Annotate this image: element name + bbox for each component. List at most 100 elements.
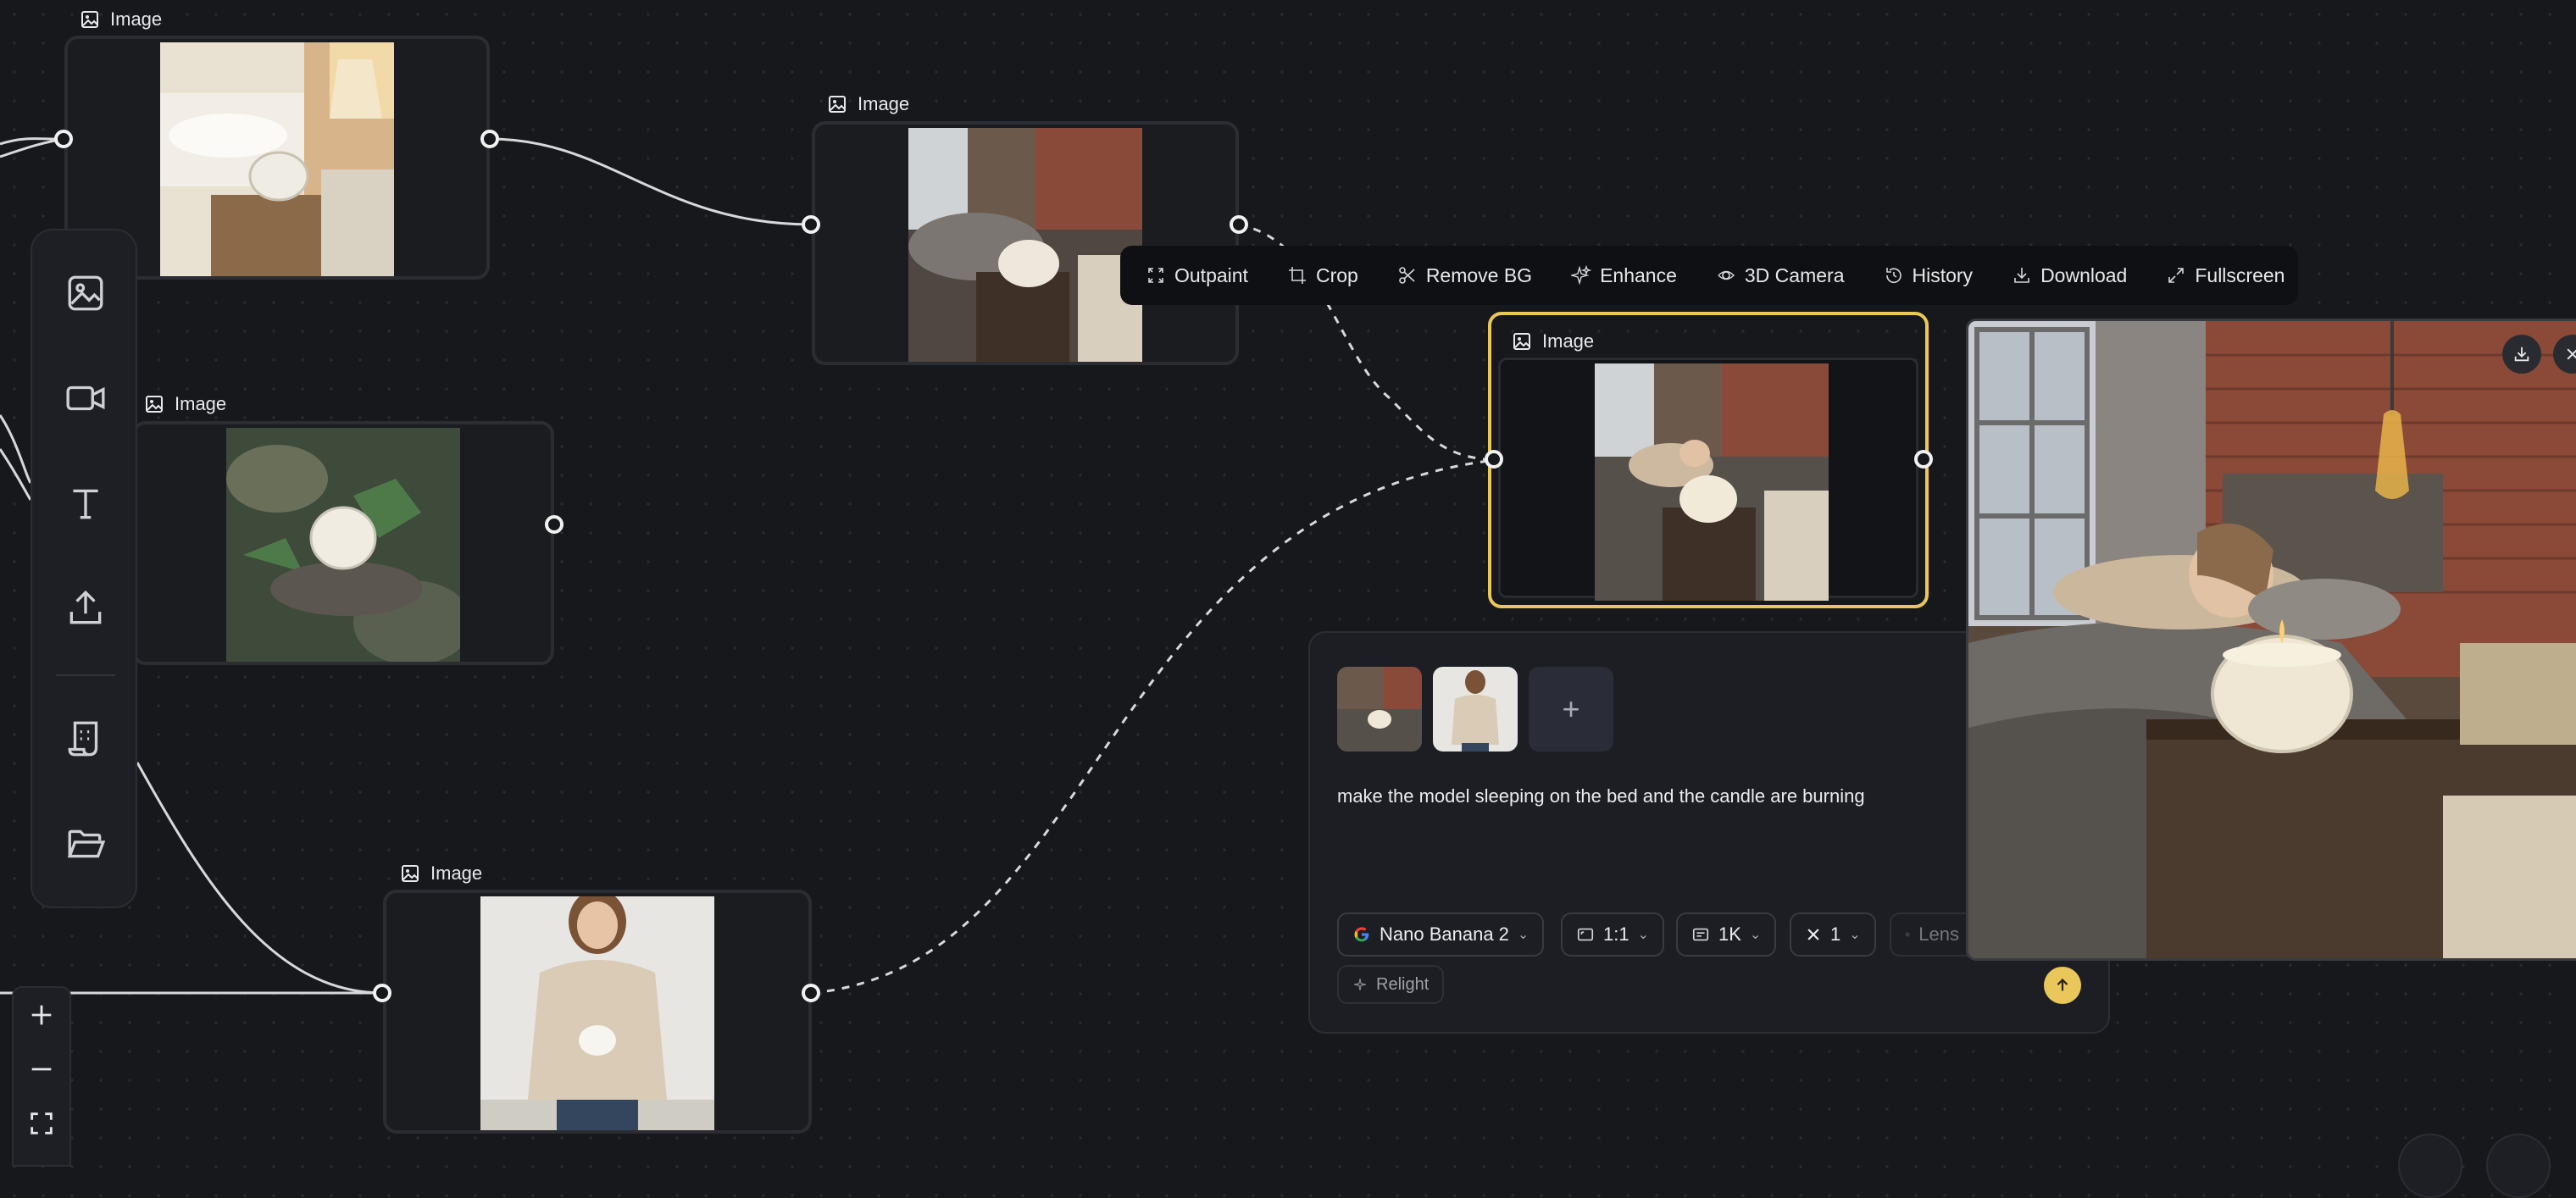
- relight-button[interactable]: Relight: [1337, 965, 1445, 1004]
- upload-button[interactable]: [60, 583, 111, 634]
- image-node-5[interactable]: [1488, 312, 1929, 608]
- relight-label: Relight: [1376, 974, 1430, 994]
- download-icon: [2014, 268, 2029, 283]
- zoom-out-button[interactable]: [14, 1042, 69, 1096]
- zoom-in-button[interactable]: [14, 988, 69, 1042]
- remove-bg-button[interactable]: Remove BG: [1397, 264, 1532, 287]
- count-label: 1: [1830, 923, 1841, 945]
- arrow-up-icon: [2057, 979, 2068, 991]
- node3-title: Image: [144, 393, 226, 415]
- node5-output-port[interactable]: [1914, 450, 1933, 469]
- node2-thumbnail: [908, 128, 1142, 362]
- reference-thumb-model: [1433, 667, 1518, 752]
- toolbar-divider: [56, 674, 115, 676]
- crop-button[interactable]: Crop: [1287, 264, 1358, 287]
- remove-bg-label: Remove BG: [1425, 263, 1533, 286]
- image-icon: [402, 865, 419, 882]
- reference-image-2[interactable]: [1433, 667, 1518, 752]
- prompt-input[interactable]: make the model sleeping on the bed and t…: [1337, 785, 1865, 807]
- script-icon: [68, 721, 98, 757]
- node3-thumbnail: [226, 428, 460, 662]
- wire-node1-to-node2: [489, 137, 813, 226]
- lens-icon: [1905, 932, 1910, 937]
- chevron-down-icon: ⌄: [1749, 928, 1762, 942]
- node1-output-port[interactable]: [480, 130, 499, 148]
- add-image-button[interactable]: [60, 268, 111, 319]
- node4-thumbnail: [480, 896, 714, 1130]
- node1-thumbnail: [160, 42, 394, 276]
- image-node-4[interactable]: [383, 890, 812, 1134]
- crop-label: Crop: [1315, 263, 1358, 286]
- node4-output-port[interactable]: [802, 984, 820, 1002]
- image-icon: [81, 11, 98, 28]
- history-label: History: [1912, 263, 1974, 286]
- add-reference-button[interactable]: +: [1529, 667, 1613, 752]
- resolution-select[interactable]: 1K ⌄: [1676, 912, 1777, 957]
- lens-select[interactable]: Lens: [1890, 912, 1974, 957]
- expand-icon: [2168, 268, 2185, 283]
- zoom-controls: [12, 986, 71, 1167]
- node4-input-port[interactable]: [373, 984, 391, 1002]
- node3-output-port[interactable]: [545, 515, 564, 534]
- count-select[interactable]: 1 ⌄: [1790, 912, 1876, 957]
- 3d-camera-label: 3D Camera: [1744, 263, 1845, 286]
- image-icon: [146, 396, 163, 413]
- history-button[interactable]: History: [1884, 263, 1974, 287]
- fullscreen-label: Fullscreen: [2195, 263, 2285, 286]
- node1-title: Image: [80, 8, 162, 31]
- preview-image: [1968, 321, 2576, 958]
- google-icon: [1354, 927, 1369, 942]
- wire-sidebar-to-node4: [136, 762, 384, 995]
- node3-title-label: Image: [175, 393, 227, 414]
- 3d-camera-button[interactable]: 3D Camera: [1716, 264, 1845, 287]
- corner-button-2[interactable]: [2486, 1134, 2551, 1198]
- script-button[interactable]: [60, 713, 111, 764]
- node1-title-label: Image: [110, 8, 163, 30]
- image-node-3[interactable]: [132, 421, 554, 665]
- chevron-down-icon: ⌄: [1517, 928, 1530, 942]
- fit-screen-button[interactable]: [14, 1096, 69, 1151]
- add-text-button[interactable]: [60, 478, 111, 529]
- generate-button[interactable]: [2044, 967, 2081, 1004]
- image-preview: [1966, 319, 2576, 961]
- relight-icon: [1354, 979, 1366, 990]
- fit-screen-icon: [31, 1112, 53, 1134]
- node2-output-port[interactable]: [1230, 215, 1248, 234]
- node4-title: Image: [400, 862, 482, 885]
- resolution-icon: [1692, 928, 1709, 941]
- open-folder-button[interactable]: [60, 818, 111, 869]
- lens-label: Lens: [1918, 923, 1959, 945]
- reference-thumb-bedroom: [1337, 667, 1422, 752]
- image-node-2[interactable]: [812, 121, 1239, 365]
- outpaint-label: Outpaint: [1174, 263, 1248, 286]
- node2-title: Image: [827, 93, 909, 115]
- model-label: Nano Banana 2: [1380, 923, 1509, 945]
- node1-input-port[interactable]: [54, 130, 73, 148]
- image-icon: [829, 96, 846, 113]
- node5-thumbnail: [1595, 363, 1829, 601]
- image-actions-toolbar: Outpaint Crop Remove BG Enhance 3D Camer…: [1120, 246, 2298, 305]
- close-icon: [2567, 348, 2576, 360]
- add-video-button[interactable]: [60, 373, 111, 424]
- aspect-ratio-select[interactable]: 1:1 ⌄: [1561, 912, 1664, 957]
- download-button[interactable]: Download: [2012, 264, 2127, 287]
- download-label: Download: [2040, 263, 2128, 286]
- scissors-icon: [1399, 267, 1415, 284]
- enhance-button[interactable]: Enhance: [1571, 264, 1677, 287]
- crop-icon: [1288, 267, 1306, 284]
- model-select[interactable]: Nano Banana 2 ⌄: [1337, 912, 1545, 957]
- outpaint-button[interactable]: Outpaint: [1146, 264, 1248, 287]
- resolution-label: 1K: [1718, 923, 1741, 945]
- folder-icon: [67, 829, 106, 858]
- chevron-down-icon: ⌄: [1849, 928, 1861, 942]
- multiply-icon: [1807, 929, 1819, 940]
- corner-button-1[interactable]: [2398, 1134, 2462, 1198]
- left-toolbar: [31, 229, 137, 908]
- reference-image-1[interactable]: [1337, 667, 1422, 752]
- preview-download-button[interactable]: [2502, 335, 2541, 374]
- node5-input-port[interactable]: [1485, 450, 1503, 469]
- node2-input-port[interactable]: [802, 215, 820, 234]
- fullscreen-button[interactable]: Fullscreen: [2166, 264, 2285, 287]
- node2-title-label: Image: [858, 93, 910, 114]
- image-icon: [68, 275, 103, 311]
